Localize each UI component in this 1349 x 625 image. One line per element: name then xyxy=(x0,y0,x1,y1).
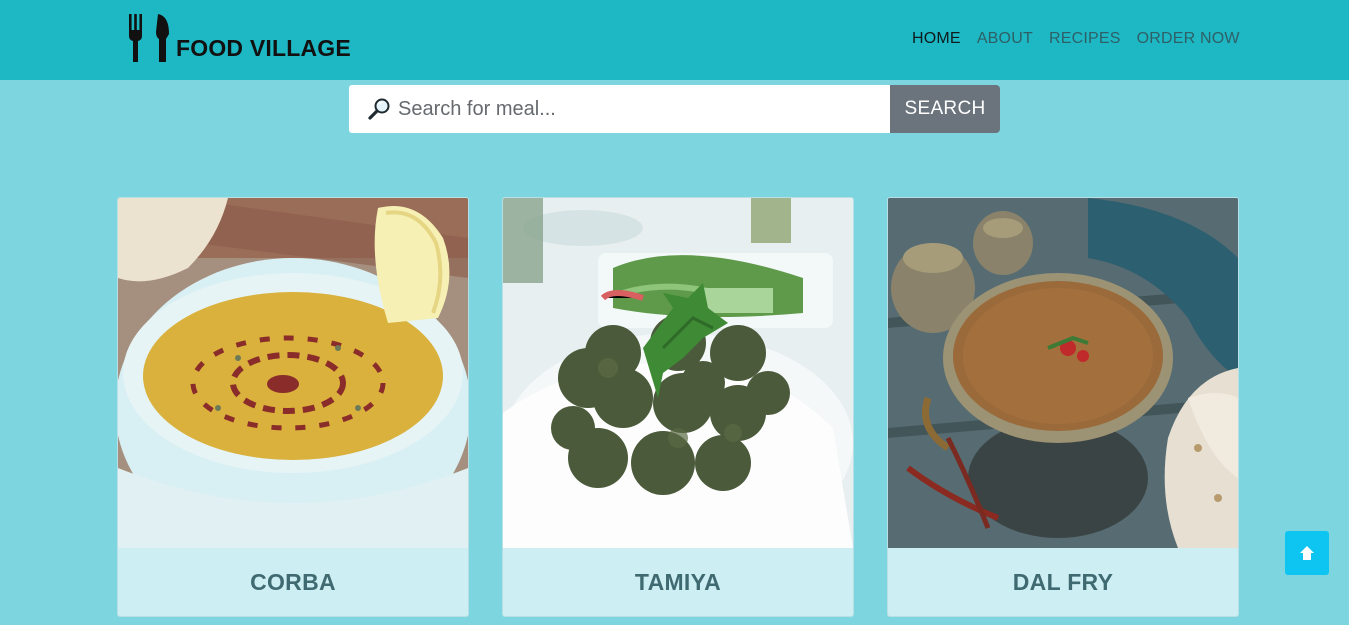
nav-home[interactable]: HOME xyxy=(912,30,961,48)
scroll-to-top-button[interactable] xyxy=(1285,531,1329,575)
meal-title-corba: CORBA xyxy=(250,568,336,595)
meal-title-tamiya: TAMIYA xyxy=(634,568,722,595)
meal-image-corba[interactable] xyxy=(118,198,468,548)
search-button[interactable]: SEARCH xyxy=(890,85,1000,133)
nav-about[interactable]: ABOUT xyxy=(977,30,1033,48)
meal-card-dal-fry[interactable]: DAL FRY xyxy=(887,197,1239,617)
meal-card-corba[interactable]: CORBA xyxy=(117,197,469,617)
brand-name: FOOD VILLAGE xyxy=(176,35,351,61)
meal-card-tamiya[interactable]: TAMIYA xyxy=(502,197,854,617)
fork-knife-icon xyxy=(129,14,169,62)
brand-logo[interactable]: FOOD VILLAGE xyxy=(128,12,351,64)
search-bar: SEARCH xyxy=(349,85,1000,133)
meal-image-dal-fry[interactable] xyxy=(888,198,1238,548)
search-input[interactable] xyxy=(398,97,878,121)
main-nav: HOME ABOUT RECIPES ORDER NOW xyxy=(912,30,1240,48)
nav-order-now[interactable]: ORDER NOW xyxy=(1137,30,1240,48)
nav-recipes[interactable]: RECIPES xyxy=(1049,30,1121,48)
navbar: FOOD VILLAGE HOME ABOUT RECIPES ORDER NO… xyxy=(0,0,1349,80)
magnifier-icon xyxy=(368,98,390,120)
meal-title-dal-fry: DAL FRY xyxy=(1012,568,1114,595)
arrow-up-icon xyxy=(1300,546,1314,560)
search-field[interactable] xyxy=(349,85,890,133)
meal-image-tamiya[interactable] xyxy=(503,198,853,548)
